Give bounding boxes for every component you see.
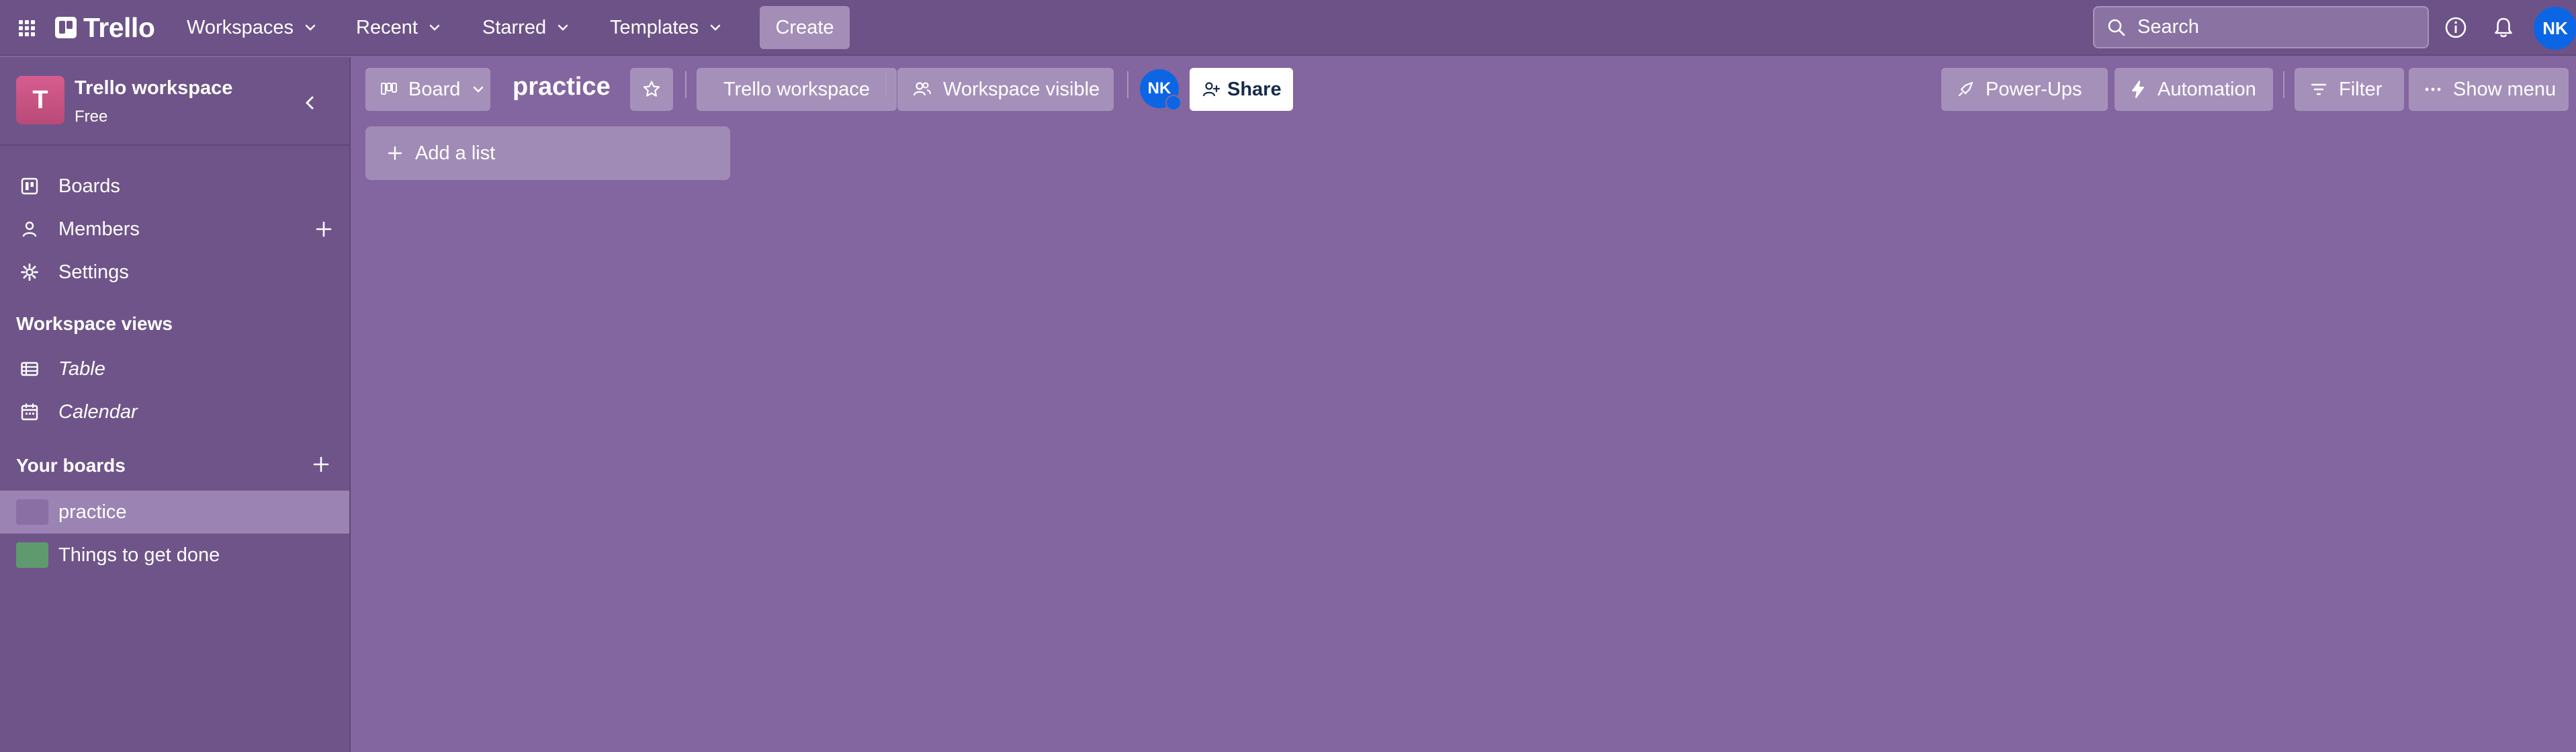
board-view-switcher[interactable]: Board: [365, 68, 490, 111]
more-horizontal-icon: [2424, 80, 2442, 99]
sidebar-item-label: Boards: [58, 175, 120, 197]
templates-menu[interactable]: Templates: [603, 11, 729, 44]
header-divider: [685, 71, 686, 98]
power-ups-label: Power-Ups: [1986, 78, 2082, 100]
header-divider: [2283, 71, 2284, 98]
board-color-swatch: [16, 499, 48, 525]
sidebar-item-members[interactable]: Members: [0, 208, 349, 251]
sidebar-board-practice[interactable]: practice: [0, 491, 349, 534]
workspace-plan: Free: [75, 108, 108, 126]
search-icon: [2106, 17, 2127, 38]
power-ups-button[interactable]: Power-Ups: [1941, 68, 2108, 111]
app-switcher-icon[interactable]: [15, 16, 39, 40]
workspace-visible-button[interactable]: Workspace visible: [897, 68, 1114, 111]
admin-badge-icon: [1165, 95, 1182, 111]
add-list-button[interactable]: Add a list: [365, 126, 730, 180]
trello-logo[interactable]: Trello: [55, 11, 155, 43]
share-label: Share: [1227, 78, 1282, 100]
gear-icon: [20, 263, 39, 282]
sidebar-item-calendar[interactable]: Calendar: [0, 390, 349, 433]
board-member-avatar[interactable]: NK: [1140, 69, 1182, 111]
sidebar-item-settings[interactable]: Settings: [0, 251, 349, 294]
filter-icon: [2309, 80, 2328, 99]
chevron-down-icon: [303, 20, 318, 35]
boards-icon: [20, 177, 39, 196]
workspace-header: T Trello workspace Free: [0, 57, 349, 146]
create-board-icon[interactable]: [310, 454, 332, 475]
workspaces-menu[interactable]: Workspaces: [180, 11, 324, 44]
chevron-down-icon: [556, 20, 570, 35]
workspaces-menu-label: Workspaces: [187, 16, 294, 38]
add-list-label: Add a list: [415, 142, 496, 164]
workspace-name[interactable]: Trello workspace: [75, 77, 232, 99]
workspace-visible-label: Workspace visible: [943, 78, 1100, 100]
header-divider: [885, 71, 887, 98]
trello-logo-icon: [55, 17, 77, 38]
add-person-icon: [1202, 80, 1220, 99]
sidebar-board-things-to-get-done[interactable]: Things to get done: [0, 534, 349, 577]
recent-menu[interactable]: Recent: [349, 11, 449, 44]
sidebar-board-label: practice: [58, 501, 127, 523]
search-box[interactable]: [2093, 6, 2429, 48]
workspace-button[interactable]: Trello workspace: [697, 68, 897, 111]
sidebar-item-boards[interactable]: Boards: [0, 165, 349, 208]
chevron-down-icon: [708, 20, 723, 35]
your-boards-heading: Your boards: [16, 455, 126, 476]
sidebar-item-label: Members: [58, 218, 140, 240]
starred-menu-label: Starred: [482, 16, 547, 38]
show-menu-button[interactable]: Show menu: [2409, 68, 2569, 111]
collapse-sidebar-icon[interactable]: [298, 91, 322, 115]
filter-label: Filter: [2339, 78, 2383, 100]
table-icon: [20, 360, 39, 378]
filter-button[interactable]: Filter: [2295, 68, 2404, 111]
sidebar-item-label: Table: [58, 358, 105, 380]
recent-menu-label: Recent: [356, 16, 418, 38]
show-menu-label: Show menu: [2453, 78, 2557, 100]
plus-icon: [386, 144, 404, 163]
workspace-logo[interactable]: T: [16, 76, 64, 124]
user-avatar[interactable]: NK: [2534, 7, 2576, 50]
info-icon[interactable]: [2442, 14, 2469, 41]
sidebar-item-label: Settings: [58, 261, 129, 283]
board-title[interactable]: practice: [513, 73, 611, 101]
star-board-button[interactable]: [630, 68, 673, 111]
chevron-down-icon: [427, 20, 442, 35]
create-button[interactable]: Create: [760, 6, 850, 49]
lightning-icon: [2129, 80, 2147, 99]
add-member-icon[interactable]: [313, 218, 335, 240]
star-icon: [641, 79, 662, 99]
sidebar-board-label: Things to get done: [58, 544, 220, 566]
sidebar-item-table[interactable]: Table: [0, 347, 349, 390]
chevron-down-icon: [471, 82, 486, 97]
board-view-icon: [380, 81, 398, 98]
sidebar: T Trello workspace Free Boards Members S…: [0, 57, 351, 752]
top-navigation: Trello Workspaces Recent Starred Templat…: [0, 0, 2576, 56]
notifications-bell-icon[interactable]: [2490, 14, 2517, 41]
board-color-swatch: [16, 542, 48, 568]
search-input[interactable]: [2137, 16, 2419, 38]
templates-menu-label: Templates: [610, 16, 699, 38]
rocket-icon: [1956, 80, 1975, 99]
automation-button[interactable]: Automation: [2115, 68, 2273, 111]
people-icon: [912, 79, 932, 99]
sidebar-item-label: Calendar: [58, 401, 138, 423]
workspace-views-heading: Workspace views: [16, 313, 173, 334]
brand-name: Trello: [83, 11, 155, 43]
header-divider: [1127, 71, 1128, 98]
automation-label: Automation: [2158, 78, 2256, 100]
calendar-icon: [20, 403, 39, 421]
starred-menu[interactable]: Starred: [476, 11, 577, 44]
board-view-label: Board: [408, 78, 461, 100]
trello-app: Trello Workspaces Recent Starred Templat…: [0, 0, 2576, 752]
person-icon: [20, 220, 39, 239]
member-initials: NK: [1147, 79, 1171, 97]
share-button[interactable]: Share: [1190, 68, 1293, 111]
